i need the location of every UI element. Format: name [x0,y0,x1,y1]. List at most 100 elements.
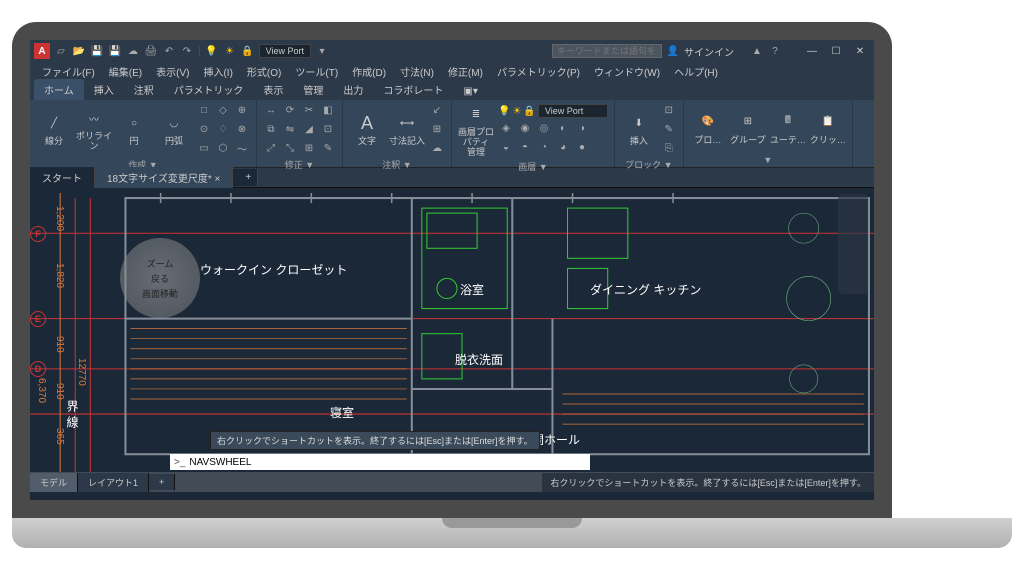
utility-button[interactable]: 🖩ユーテ… [770,110,806,146]
tool-icon[interactable]: ⊕ [234,102,250,118]
tool-icon[interactable]: ◧ [320,102,336,118]
bulb-icon[interactable]: 💡 [498,106,510,117]
panel-label[interactable]: 注釈 ▼ [349,156,445,171]
navwheel-pan[interactable]: 画面移動 [142,287,178,300]
minimize-button[interactable]: — [802,46,822,57]
insert-block-button[interactable]: ⬇挿入 [621,111,657,147]
bulb-icon[interactable]: 💡 [205,44,219,58]
lock-icon[interactable]: 🔒 [241,44,255,58]
scale-icon[interactable]: ⤡ [282,140,298,156]
drawing-canvas[interactable]: ウォークイン クローゼット 浴室 ダイニング キッチン 脱衣洗面 寝室 玄関ホー… [30,188,874,472]
tool-icon[interactable]: ⊡ [320,121,336,137]
table-icon[interactable]: ⊞ [429,121,445,137]
navigation-wheel[interactable]: ズーム 戻る 画面移動 [120,238,200,318]
tab-insert[interactable]: 挿入 [84,79,124,100]
menu-modify[interactable]: 修正(M) [442,63,489,80]
navigation-bar[interactable] [838,194,868,294]
cloud-icon[interactable]: ☁ [126,44,140,58]
menu-edit[interactable]: 編集(E) [103,63,148,80]
menu-file[interactable]: ファイル(F) [36,63,101,80]
layer-tool-icon[interactable]: ◕ [555,139,571,155]
panel-label[interactable]: ▼ [690,153,846,165]
properties-button[interactable]: 🎨プロ… [690,110,726,146]
layer-tool-icon[interactable]: ● [574,139,590,155]
saveas-icon[interactable]: 💾 [108,44,122,58]
tab-collab[interactable]: コラボレート [373,79,453,100]
leader-icon[interactable]: ↙ [429,102,445,118]
sun-icon[interactable]: ☀ [223,44,237,58]
block-tool-icon[interactable]: ⎘ [661,140,677,156]
tab-home[interactable]: ホーム [34,79,84,100]
tab-manage[interactable]: 管理 [293,79,333,100]
block-tool-icon[interactable]: ⊡ [661,102,677,118]
command-line[interactable]: >_ NAVSWHEEL [170,454,590,470]
help-icon[interactable]: ? [768,44,782,58]
menu-dimension[interactable]: 寸法(N) [394,63,440,80]
menu-insert[interactable]: 挿入(I) [197,63,238,80]
circle-button[interactable]: ○円 [116,111,152,147]
open-icon[interactable]: 📂 [72,44,86,58]
new-icon[interactable]: ▱ [54,44,68,58]
menu-tools[interactable]: ツール(T) [289,63,344,80]
maximize-button[interactable]: ☐ [826,46,846,57]
menu-view[interactable]: 表示(V) [150,63,195,80]
layer-tool-icon[interactable]: ◐ [555,120,571,136]
move-icon[interactable]: ↔ [263,102,279,118]
undo-icon[interactable]: ↶ [162,44,176,58]
tab-output[interactable]: 出力 [333,79,373,100]
menu-window[interactable]: ウィンドウ(W) [588,63,666,80]
tool-icon[interactable]: ♢ [215,121,231,137]
tool-icon[interactable]: 〜 [234,140,250,156]
menu-help[interactable]: ヘルプ(H) [668,63,724,80]
new-tab-button[interactable]: + [233,169,258,186]
tab-view[interactable]: 表示 [253,79,293,100]
layer-tool-icon[interactable]: ◓ [517,139,533,155]
dimension-button[interactable]: ⟷寸法記入 [389,111,425,147]
stretch-icon[interactable]: ⤢ [263,140,279,156]
panel-label[interactable]: ブロック ▼ [621,156,677,171]
tool-icon[interactable]: ✎ [320,140,336,156]
tab-parametric[interactable]: パラメトリック [164,79,254,100]
layer-tool-icon[interactable]: ◎ [536,120,552,136]
tool-icon[interactable]: ⊙ [196,121,212,137]
trim-icon[interactable]: ✂ [301,102,317,118]
redo-icon[interactable]: ↷ [180,44,194,58]
tab-add-layout[interactable]: + [149,474,175,490]
tab-file[interactable]: 18文字サイズ変更尺度* × [95,167,233,188]
line-button[interactable]: ╱線分 [36,111,72,147]
text-button[interactable]: A文字 [349,111,385,147]
tool-icon[interactable]: ▭ [196,140,212,156]
arc-button[interactable]: ◡円弧 [156,111,192,147]
group-button[interactable]: ⊞グループ [730,110,766,146]
layer-dropdown[interactable]: View Port [538,104,608,118]
cloud-icon[interactable]: ☁ [429,140,445,156]
user-icon[interactable]: 👤 [666,44,680,58]
copy-icon[interactable]: ⧉ [263,121,279,137]
viewport-selector[interactable]: View Port [259,44,311,58]
navwheel-back[interactable]: 戻る [151,272,169,285]
lock-icon[interactable]: 🔒 [523,106,535,117]
menu-parametric[interactable]: パラメトリック(P) [491,63,586,80]
array-icon[interactable]: ⊞ [301,140,317,156]
menu-format[interactable]: 形式(O) [241,63,287,80]
tool-icon[interactable]: ⊗ [234,121,250,137]
layer-manager-button[interactable]: ≣画層プロパティ 管理 [458,102,494,158]
layer-tool-icon[interactable]: ◈ [498,120,514,136]
block-tool-icon[interactable]: ✎ [661,121,677,137]
tab-start[interactable]: スタート [30,167,95,188]
navwheel-zoom[interactable]: ズーム [147,257,174,270]
polyline-button[interactable]: 〰ポリライン [76,106,112,152]
clipboard-button[interactable]: 📋クリッ… [810,110,846,146]
tab-more[interactable]: ▣▾ [453,83,487,100]
tool-icon[interactable]: □ [196,102,212,118]
close-button[interactable]: ✕ [850,46,870,57]
search-input[interactable] [552,44,662,58]
close-tab-icon[interactable]: × [215,174,221,185]
fillet-icon[interactable]: ◢ [301,121,317,137]
rotate-icon[interactable]: ⟳ [282,102,298,118]
mirror-icon[interactable]: ⇋ [282,121,298,137]
tab-layout1[interactable]: レイアウト1 [78,473,149,492]
layer-tool-icon[interactable]: ◒ [498,139,514,155]
sun-icon[interactable]: ☀ [512,106,521,117]
layer-tool-icon[interactable]: ◑ [574,120,590,136]
